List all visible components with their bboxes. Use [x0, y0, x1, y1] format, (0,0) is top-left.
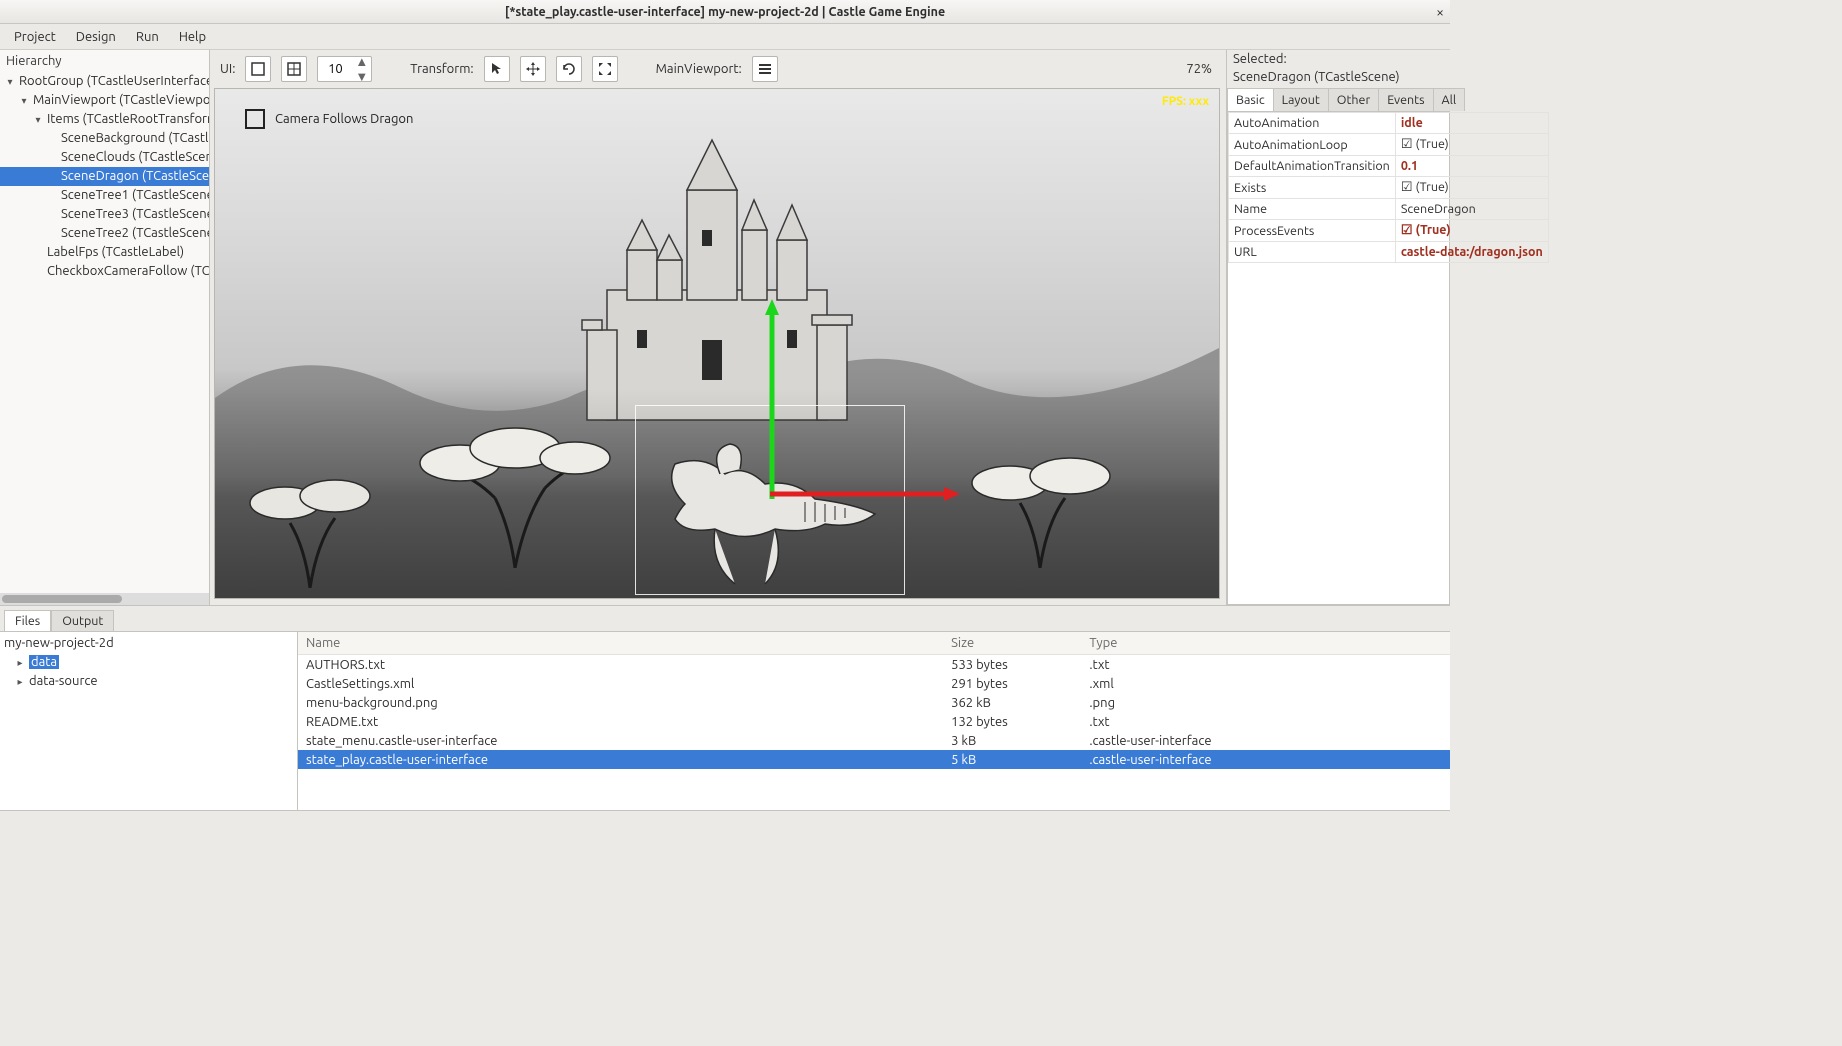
- hierarchy-item[interactable]: SceneClouds (TCastleScene): [0, 148, 209, 167]
- prop-name[interactable]: AutoAnimation: [1229, 113, 1396, 134]
- menu-project[interactable]: Project: [6, 26, 64, 48]
- menubar: Project Design Run Help: [0, 24, 1450, 50]
- hierarchy-item[interactable]: SceneTree2 (TCastleScene): [0, 224, 209, 243]
- close-icon[interactable]: ×: [1436, 4, 1444, 20]
- prop-value[interactable]: (True): [1395, 177, 1548, 199]
- transform-label: Transform:: [410, 62, 473, 76]
- menu-design[interactable]: Design: [68, 26, 124, 48]
- transform-select-icon[interactable]: [484, 56, 510, 82]
- inspector-tab-events[interactable]: Events: [1378, 88, 1433, 111]
- tree-sprite: [235, 448, 385, 588]
- hierarchy-item[interactable]: ▾ MainViewport (TCastleViewport): [0, 91, 209, 110]
- transform-scale-icon[interactable]: [592, 56, 618, 82]
- file-row[interactable]: state_menu.castle-user-interface3 kB.cas…: [298, 731, 1450, 750]
- property-grid[interactable]: AutoAnimationidleAutoAnimationLoop(True)…: [1227, 112, 1450, 605]
- file-row[interactable]: CastleSettings.xml291 bytes.xml: [298, 674, 1450, 693]
- tree-sprite: [955, 428, 1125, 568]
- inspector-tab-layout[interactable]: Layout: [1273, 88, 1329, 111]
- ui-label: UI:: [220, 62, 235, 76]
- main-viewport-label: MainViewport:: [656, 62, 742, 76]
- hierarchy-tree[interactable]: ▾ RootGroup (TCastleUserInterface)▾ Main…: [0, 72, 209, 593]
- tab-files[interactable]: Files: [4, 610, 51, 631]
- hierarchy-panel: Hierarchy ▾ RootGroup (TCastleUserInterf…: [0, 50, 210, 605]
- inspector-tabs: BasicLayoutOtherEventsAll: [1227, 88, 1450, 112]
- prop-name[interactable]: AutoAnimationLoop: [1229, 134, 1396, 156]
- ui-mode-snap-icon[interactable]: [281, 56, 307, 82]
- hierarchy-item[interactable]: LabelFps (TCastleLabel): [0, 243, 209, 262]
- file-row[interactable]: state_play.castle-user-interface5 kB.cas…: [298, 750, 1450, 769]
- transform-rotate-icon[interactable]: [556, 56, 582, 82]
- fps-label: FPS: xxx: [1162, 95, 1209, 108]
- prop-name[interactable]: DefaultAnimationTransition: [1229, 156, 1396, 177]
- selected-label: Selected:: [1227, 50, 1450, 68]
- inspector-tab-all[interactable]: All: [1433, 88, 1466, 111]
- gizmo-y-arrow[interactable]: [765, 299, 779, 499]
- folder-root[interactable]: my-new-project-2d: [4, 634, 293, 653]
- main-row: Hierarchy ▾ RootGroup (TCastleUserInterf…: [0, 50, 1450, 606]
- prop-value[interactable]: (True): [1395, 134, 1548, 156]
- bottom-panel: Files Output my-new-project-2d ▸ data▸ d…: [0, 606, 1450, 826]
- prop-value[interactable]: (True): [1395, 220, 1548, 242]
- inspector-tab-other[interactable]: Other: [1328, 88, 1379, 111]
- prop-name[interactable]: Exists: [1229, 177, 1396, 199]
- file-row[interactable]: AUTHORS.txt533 bytes.txt: [298, 655, 1450, 675]
- folder-tree[interactable]: my-new-project-2d ▸ data▸ data-source: [0, 632, 298, 810]
- window-title: [*state_play.castle-user-interface] my-n…: [505, 5, 945, 19]
- hierarchy-item[interactable]: SceneTree3 (TCastleScene): [0, 205, 209, 224]
- zoom-level: 72%: [1186, 62, 1212, 76]
- folder-item[interactable]: ▸ data: [4, 653, 293, 672]
- hierarchy-item[interactable]: SceneBackground (TCastleScene): [0, 129, 209, 148]
- file-column-header[interactable]: Type: [1081, 632, 1450, 655]
- hierarchy-title: Hierarchy: [0, 50, 209, 72]
- file-column-header[interactable]: Name: [298, 632, 943, 655]
- prop-value[interactable]: SceneDragon: [1395, 199, 1548, 220]
- castle-backdrop: [547, 130, 887, 430]
- hierarchy-item[interactable]: ▾ RootGroup (TCastleUserInterface): [0, 72, 209, 91]
- design-toolbar: UI: ▲▼ Transform: MainViewport: 72%: [210, 50, 1226, 88]
- prop-value[interactable]: 0.1: [1395, 156, 1548, 177]
- hierarchy-scrollbar[interactable]: [0, 593, 209, 605]
- prop-name[interactable]: Name: [1229, 199, 1396, 220]
- ui-mode-rect-icon[interactable]: [245, 56, 271, 82]
- selected-value: SceneDragon (TCastleScene): [1227, 68, 1450, 86]
- center-panel: UI: ▲▼ Transform: MainViewport: 72%: [210, 50, 1226, 605]
- camera-follow-checkbox[interactable]: Camera Follows Dragon: [245, 109, 413, 129]
- inspector-panel: Selected: SceneDragon (TCastleScene) Bas…: [1226, 50, 1450, 605]
- status-bar: [0, 810, 1450, 826]
- snap-input[interactable]: [318, 62, 352, 76]
- hierarchy-item[interactable]: ▾ Items (TCastleRootTransform): [0, 110, 209, 129]
- hierarchy-item[interactable]: SceneTree1 (TCastleScene): [0, 186, 209, 205]
- file-row[interactable]: menu-background.png362 kB.png: [298, 693, 1450, 712]
- viewport[interactable]: Camera Follows Dragon FPS: xxx: [214, 88, 1220, 599]
- snap-spinner[interactable]: ▲▼: [317, 56, 372, 82]
- checkbox-icon[interactable]: [245, 109, 265, 129]
- prop-value[interactable]: castle-data:/dragon.json: [1395, 242, 1548, 263]
- folder-item[interactable]: ▸ data-source: [4, 672, 293, 691]
- transform-move-icon[interactable]: [520, 56, 546, 82]
- file-row[interactable]: README.txt132 bytes.txt: [298, 712, 1450, 731]
- prop-name[interactable]: ProcessEvents: [1229, 220, 1396, 242]
- inspector-tab-basic[interactable]: Basic: [1227, 88, 1274, 111]
- menu-help[interactable]: Help: [171, 26, 214, 48]
- file-column-header[interactable]: Size: [943, 632, 1081, 655]
- menu-run[interactable]: Run: [128, 26, 167, 48]
- titlebar: [*state_play.castle-user-interface] my-n…: [0, 0, 1450, 24]
- prop-value[interactable]: idle: [1395, 113, 1548, 134]
- files-area: my-new-project-2d ▸ data▸ data-source Na…: [0, 631, 1450, 810]
- hierarchy-item[interactable]: CheckboxCameraFollow (TCastleCheckbox): [0, 262, 209, 281]
- gizmo-x-arrow[interactable]: [770, 487, 960, 501]
- hierarchy-item[interactable]: SceneDragon (TCastleScene): [0, 167, 209, 186]
- viewport-menu-icon[interactable]: [752, 56, 778, 82]
- tab-output[interactable]: Output: [51, 610, 114, 631]
- file-list[interactable]: NameSizeTypeAUTHORS.txt533 bytes.txtCast…: [298, 632, 1450, 810]
- tree-sprite: [415, 408, 615, 568]
- bottom-tabs: Files Output: [0, 606, 1450, 631]
- prop-name[interactable]: URL: [1229, 242, 1396, 263]
- checkbox-text: Camera Follows Dragon: [275, 112, 413, 126]
